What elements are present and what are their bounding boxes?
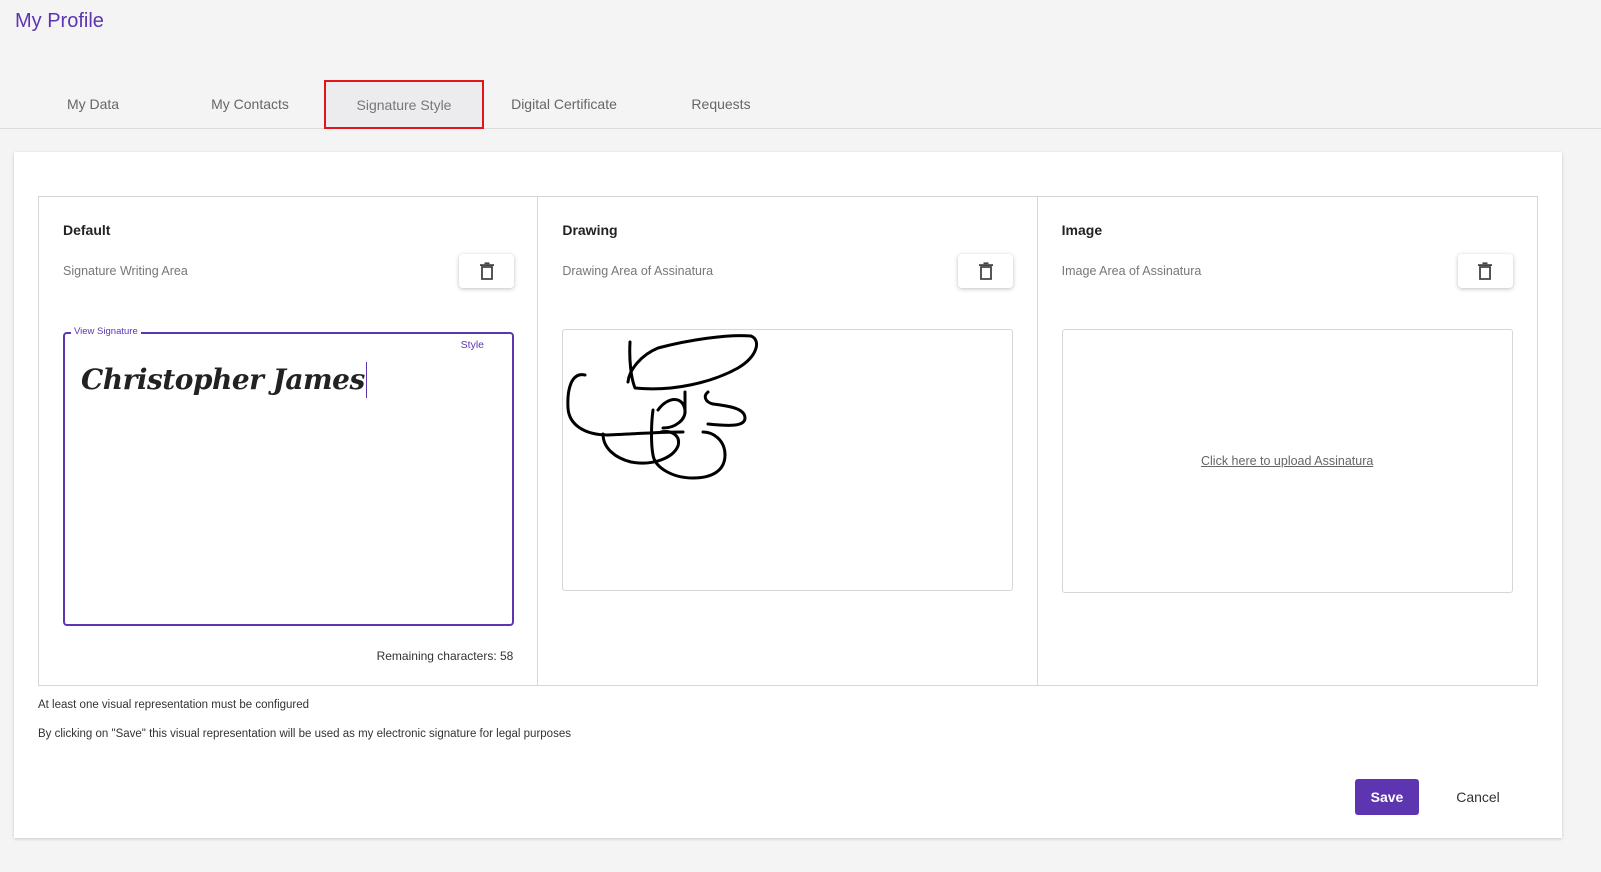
trash-icon bbox=[1478, 262, 1493, 280]
signature-text: Christopher James bbox=[81, 362, 367, 398]
default-panel-subtitle: Signature Writing Area bbox=[63, 264, 188, 278]
drawing-panel-subtitle: Drawing Area of Assinatura bbox=[562, 264, 714, 278]
drawing-panel-title: Drawing bbox=[562, 222, 618, 238]
drawing-canvas[interactable] bbox=[562, 329, 1014, 591]
image-upload-area[interactable]: Click here to upload Assinatura bbox=[1061, 329, 1513, 593]
view-signature-legend: View Signature bbox=[71, 326, 141, 337]
image-panel-title: Image bbox=[1061, 222, 1103, 238]
signature-style-card: Default Signature Writing Area View Sign… bbox=[14, 152, 1562, 838]
delete-default-button[interactable] bbox=[459, 254, 514, 288]
style-link[interactable]: Style bbox=[461, 339, 484, 351]
tab-my-contacts[interactable]: My Contacts bbox=[170, 80, 330, 128]
legal-note: By clicking on "Save" this visual repres… bbox=[38, 728, 571, 740]
drawn-signature bbox=[566, 334, 759, 480]
default-panel: Default Signature Writing Area View Sign… bbox=[39, 197, 539, 685]
tab-signature-style[interactable]: Signature Style bbox=[324, 80, 484, 129]
cancel-button[interactable]: Cancel bbox=[1442, 779, 1514, 815]
tab-bar: My Data My Contacts Signature Style Digi… bbox=[0, 80, 1601, 129]
tab-my-data[interactable]: My Data bbox=[13, 80, 173, 128]
delete-drawing-button[interactable] bbox=[958, 254, 1014, 288]
remaining-characters: Remaining characters: 58 bbox=[376, 649, 514, 663]
trash-icon bbox=[978, 262, 993, 280]
page-title: My Profile bbox=[15, 10, 104, 32]
tab-requests[interactable]: Requests bbox=[641, 80, 801, 128]
save-button[interactable]: Save bbox=[1355, 779, 1419, 815]
trash-icon bbox=[479, 262, 494, 280]
upload-link[interactable]: Click here to upload Assinatura bbox=[1201, 454, 1373, 468]
signature-input-box[interactable]: View Signature Style Christopher James bbox=[63, 326, 514, 626]
default-panel-title: Default bbox=[63, 222, 111, 238]
delete-image-button[interactable] bbox=[1457, 254, 1513, 288]
tab-digital-certificate[interactable]: Digital Certificate bbox=[484, 80, 644, 128]
image-panel-subtitle: Image Area of Assinatura bbox=[1061, 264, 1202, 278]
requirement-note: At least one visual representation must … bbox=[38, 699, 310, 711]
signature-panels: Default Signature Writing Area View Sign… bbox=[38, 196, 1538, 686]
drawing-panel: Drawing Drawing Area of Assinatura bbox=[538, 197, 1038, 685]
image-panel: Image Image Area of Assinatura Click her… bbox=[1038, 197, 1537, 685]
